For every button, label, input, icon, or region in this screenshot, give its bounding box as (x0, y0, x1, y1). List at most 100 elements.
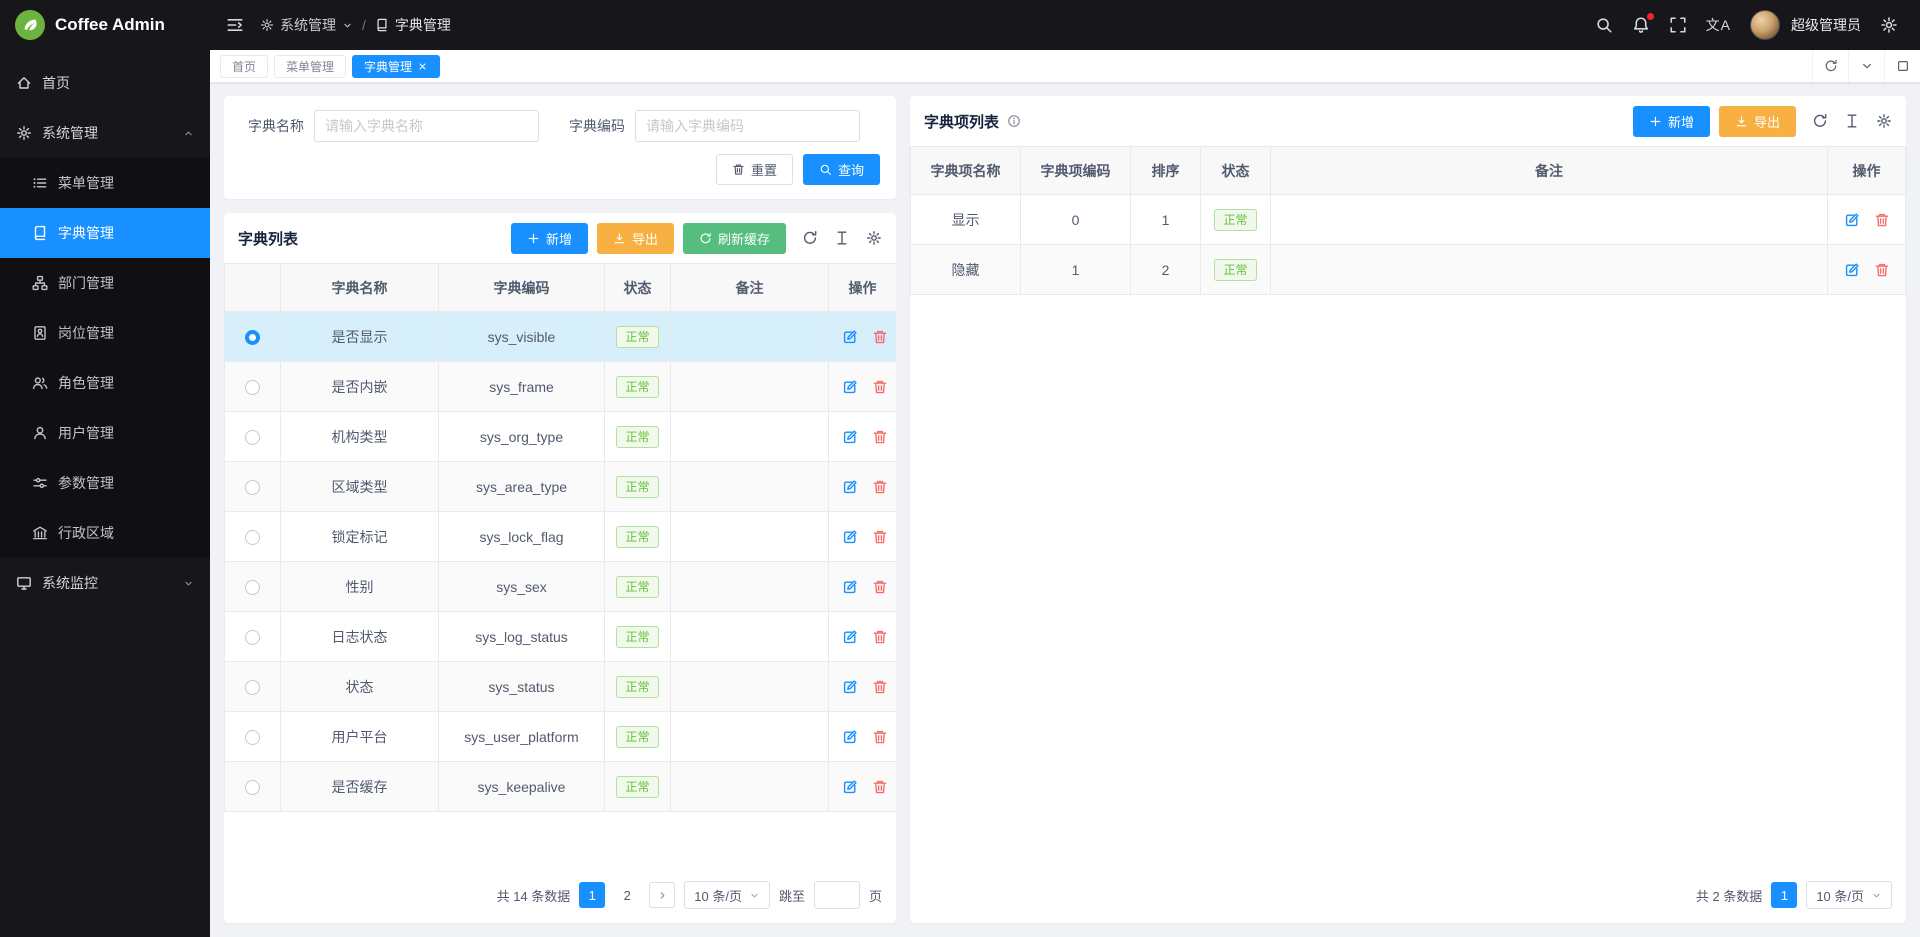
delete-icon[interactable] (872, 629, 888, 645)
reset-button[interactable]: 重置 (716, 154, 793, 185)
info-icon[interactable] (1007, 114, 1021, 128)
edit-icon[interactable] (842, 679, 858, 695)
settings-gear-icon[interactable] (1880, 16, 1898, 34)
user-icon (32, 425, 48, 441)
dict-name-input[interactable] (314, 110, 539, 142)
delete-icon[interactable] (872, 579, 888, 595)
table-row[interactable]: 锁定标记 sys_lock_flag 正常 (225, 512, 897, 562)
edit-icon[interactable] (842, 379, 858, 395)
table-row[interactable]: 是否显示 sys_visible 正常 (225, 312, 897, 362)
edit-icon[interactable] (842, 329, 858, 345)
refresh-table-icon[interactable] (802, 230, 818, 246)
row-radio[interactable] (245, 530, 260, 545)
notification-bell-icon[interactable] (1632, 16, 1650, 34)
row-radio[interactable] (245, 580, 260, 595)
sidebar-item-user-management[interactable]: 用户管理 (0, 408, 210, 458)
page-1-button[interactable]: 1 (579, 882, 605, 908)
table-row[interactable]: 日志状态 sys_log_status 正常 (225, 612, 897, 662)
app-logo[interactable]: Coffee Admin (0, 0, 210, 50)
sidebar-item-dept-management[interactable]: 部门管理 (0, 258, 210, 308)
row-radio[interactable] (245, 380, 260, 395)
tab-menu-management[interactable]: 菜单管理 (274, 55, 346, 78)
row-radio[interactable] (245, 630, 260, 645)
add-dict-item-button[interactable]: 新增 (1633, 106, 1710, 137)
table-settings-icon[interactable] (1876, 113, 1892, 129)
edit-icon[interactable] (842, 779, 858, 795)
translate-icon[interactable]: 文A (1706, 15, 1731, 35)
sidebar-item-region-management[interactable]: 行政区域 (0, 508, 210, 558)
column-density-icon[interactable] (834, 230, 850, 246)
breadcrumb-item-dict[interactable]: 字典管理 (375, 15, 451, 35)
row-radio[interactable] (245, 780, 260, 795)
delete-icon[interactable] (872, 529, 888, 545)
refresh-page-icon[interactable] (1812, 50, 1848, 82)
add-dict-button[interactable]: 新增 (511, 223, 588, 254)
delete-icon[interactable] (872, 379, 888, 395)
delete-icon[interactable] (1874, 262, 1890, 278)
edit-icon[interactable] (842, 429, 858, 445)
row-radio[interactable] (245, 730, 260, 745)
table-row[interactable]: 状态 sys_status 正常 (225, 662, 897, 712)
sidebar-item-role-management[interactable]: 角色管理 (0, 358, 210, 408)
refresh-cache-button[interactable]: 刷新缓存 (683, 223, 786, 254)
page-1-button[interactable]: 1 (1771, 882, 1797, 908)
edit-icon[interactable] (842, 629, 858, 645)
page-2-button[interactable]: 2 (614, 882, 640, 908)
delete-icon[interactable] (872, 679, 888, 695)
table-row[interactable]: 用户平台 sys_user_platform 正常 (225, 712, 897, 762)
table-row[interactable]: 区域类型 sys_area_type 正常 (225, 462, 897, 512)
next-page-button[interactable] (649, 882, 675, 908)
delete-icon[interactable] (872, 479, 888, 495)
collapse-sidebar-icon[interactable] (226, 16, 244, 34)
fullscreen-icon[interactable] (1669, 16, 1687, 34)
delete-icon[interactable] (872, 779, 888, 795)
export-dict-button[interactable]: 导出 (597, 223, 674, 254)
sidebar-item-label: 角色管理 (58, 373, 114, 393)
table-row[interactable]: 是否缓存 sys_keepalive 正常 (225, 762, 897, 812)
sidebar-item-menu-management[interactable]: 菜单管理 (0, 158, 210, 208)
page-size-select[interactable]: 10 条/页 (684, 881, 770, 909)
edit-icon[interactable] (842, 529, 858, 545)
edit-icon[interactable] (1844, 212, 1860, 228)
delete-icon[interactable] (1874, 212, 1890, 228)
sidebar-item-post-management[interactable]: 岗位管理 (0, 308, 210, 358)
row-radio[interactable] (245, 430, 260, 445)
delete-icon[interactable] (872, 729, 888, 745)
edit-icon[interactable] (1844, 262, 1860, 278)
edit-icon[interactable] (842, 729, 858, 745)
row-radio[interactable] (245, 680, 260, 695)
maximize-content-icon[interactable] (1884, 50, 1920, 82)
edit-icon[interactable] (842, 579, 858, 595)
delete-icon[interactable] (872, 329, 888, 345)
username[interactable]: 超级管理员 (1791, 15, 1861, 35)
sidebar-item-system-monitor[interactable]: 系统监控 (0, 558, 210, 608)
table-row[interactable]: 机构类型 sys_org_type 正常 (225, 412, 897, 462)
tab-dict-management[interactable]: 字典管理 (352, 55, 440, 78)
sidebar-item-param-management[interactable]: 参数管理 (0, 458, 210, 508)
breadcrumb-item-system[interactable]: 系统管理 (260, 15, 353, 35)
user-avatar[interactable] (1750, 10, 1780, 40)
dict-code-input[interactable] (635, 110, 860, 142)
search-icon[interactable] (1595, 16, 1613, 34)
row-radio[interactable] (245, 330, 260, 345)
sidebar-item-system-management[interactable]: 系统管理 (0, 108, 210, 158)
delete-icon[interactable] (872, 429, 888, 445)
table-settings-icon[interactable] (866, 230, 882, 246)
table-row[interactable]: 显示 0 1 正常 (911, 195, 1906, 245)
close-tab-icon[interactable] (417, 61, 428, 72)
page-size-select[interactable]: 10 条/页 (1806, 881, 1892, 909)
jump-page-input[interactable] (814, 881, 860, 909)
sidebar-item-dict-management[interactable]: 字典管理 (0, 208, 210, 258)
export-dict-item-button[interactable]: 导出 (1719, 106, 1796, 137)
table-row[interactable]: 是否内嵌 sys_frame 正常 (225, 362, 897, 412)
table-row[interactable]: 性别 sys_sex 正常 (225, 562, 897, 612)
row-radio[interactable] (245, 480, 260, 495)
tab-home[interactable]: 首页 (220, 55, 268, 78)
table-row[interactable]: 隐藏 1 2 正常 (911, 245, 1906, 295)
tabs-dropdown-icon[interactable] (1848, 50, 1884, 82)
column-density-icon[interactable] (1844, 113, 1860, 129)
edit-icon[interactable] (842, 479, 858, 495)
query-button[interactable]: 查询 (803, 154, 880, 185)
refresh-table-icon[interactable] (1812, 113, 1828, 129)
sidebar-item-home[interactable]: 首页 (0, 58, 210, 108)
